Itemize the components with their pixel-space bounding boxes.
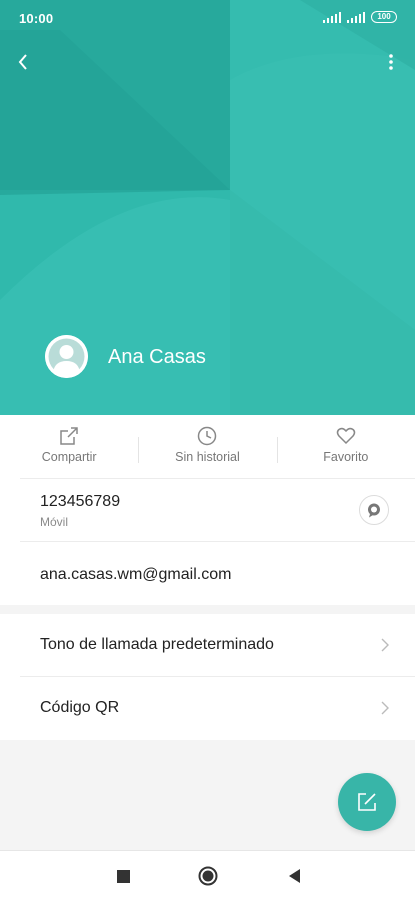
qr-code-row[interactable]: Código QR (0, 677, 415, 740)
recents-button[interactable] (112, 865, 134, 887)
more-vertical-icon (389, 54, 393, 70)
history-action[interactable]: Sin historial (138, 415, 276, 478)
share-icon (60, 427, 78, 445)
favorite-action[interactable]: Favorito (276, 415, 415, 478)
back-nav-button[interactable] (283, 865, 305, 887)
edit-icon (358, 793, 376, 811)
contact-info-card: 123456789 Móvil ana.casas.wm@gmail.com (0, 478, 415, 605)
ringtone-row[interactable]: Tono de llamada predeterminado (0, 614, 415, 677)
qr-code-label: Código QR (40, 699, 120, 716)
signal-icon (347, 11, 365, 23)
chevron-left-icon (18, 54, 27, 70)
phone-type: Móvil (40, 515, 69, 529)
edit-contact-button[interactable] (338, 773, 396, 831)
heart-icon (336, 427, 356, 445)
chevron-right-icon (381, 638, 389, 652)
signal-icon (323, 11, 341, 23)
status-bar: 10:00 100 (0, 0, 415, 36)
clock-icon (198, 426, 217, 446)
message-icon (368, 503, 380, 518)
status-time: 10:00 (19, 11, 54, 26)
home-button[interactable] (197, 865, 219, 887)
divider (20, 541, 415, 542)
contact-name: Ana Casas (108, 346, 206, 368)
back-button[interactable] (8, 48, 38, 76)
message-button[interactable] (359, 495, 389, 525)
history-label: Sin historial (175, 450, 240, 464)
circle-icon (198, 866, 218, 886)
contact-header: 10:00 100 Ana Casas (0, 0, 415, 415)
chevron-right-icon (381, 701, 389, 715)
battery-icon: 100 (371, 11, 397, 23)
navigation-bar (0, 850, 415, 900)
share-label: Compartir (41, 450, 97, 464)
favorite-label: Favorito (323, 450, 369, 464)
ringtone-label: Tono de llamada predeterminado (40, 636, 274, 653)
triangle-back-icon (288, 869, 300, 883)
action-bar: Compartir Sin historial Favorito (0, 415, 415, 478)
person-avatar-icon (45, 335, 88, 378)
status-icons: 100 (323, 11, 397, 23)
avatar (45, 335, 88, 378)
settings-card: Tono de llamada predeterminado Código QR (0, 614, 415, 740)
divider (20, 478, 415, 479)
more-options-button[interactable] (381, 48, 401, 76)
phone-number[interactable]: 123456789 (40, 493, 120, 511)
email-address[interactable]: ana.casas.wm@gmail.com (40, 566, 231, 584)
share-action[interactable]: Compartir (0, 415, 138, 478)
square-icon (116, 869, 130, 883)
